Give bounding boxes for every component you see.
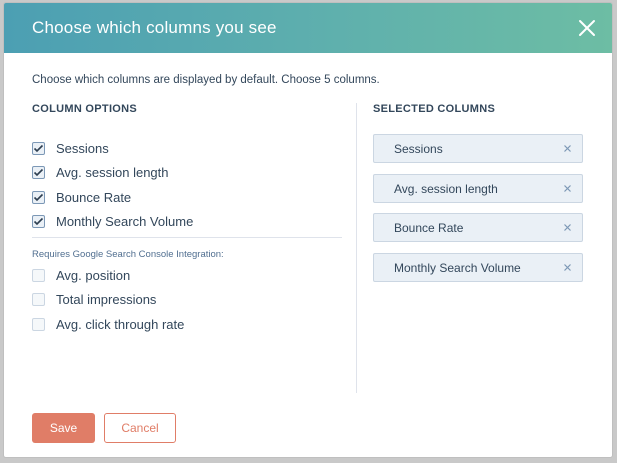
checkbox-checked-icon[interactable] bbox=[32, 215, 45, 229]
selected-column-chip[interactable]: Monthly Search Volume bbox=[373, 252, 583, 282]
remove-icon[interactable] bbox=[563, 223, 572, 232]
close-icon[interactable] bbox=[576, 17, 598, 39]
selected-column-label: Bounce Rate bbox=[394, 221, 464, 235]
gsc-requires-note: Requires Google Search Console Integrati… bbox=[32, 249, 224, 260]
selected-column-label: Sessions bbox=[394, 142, 443, 156]
column-option-label: Sessions bbox=[56, 140, 109, 156]
selected-columns-heading: SELECTED COLUMNS bbox=[373, 103, 496, 115]
selected-column-label: Monthly Search Volume bbox=[394, 260, 521, 275]
column-options-list: Sessions Avg. session length Bounce Rate… bbox=[32, 136, 344, 234]
options-divider bbox=[32, 237, 342, 238]
checkbox-checked-icon[interactable] bbox=[32, 166, 45, 180]
column-options-heading: COLUMN OPTIONS bbox=[32, 103, 138, 115]
modal-title: Choose which columns you see bbox=[32, 18, 277, 37]
selected-column-chip[interactable]: Bounce Rate bbox=[373, 213, 583, 242]
checkbox-checked-icon[interactable] bbox=[32, 190, 45, 204]
column-option-label: Avg. session length bbox=[56, 165, 169, 181]
selected-column-chip[interactable]: Avg. session length bbox=[373, 173, 583, 203]
checkbox-unchecked-icon[interactable] bbox=[32, 268, 45, 282]
modal-header: Choose which columns you see bbox=[4, 3, 612, 53]
checkbox-unchecked-icon[interactable] bbox=[32, 317, 45, 331]
column-option-label: Total impressions bbox=[56, 292, 157, 308]
column-divider bbox=[356, 103, 357, 393]
column-option[interactable]: Monthly Search Volume bbox=[32, 210, 344, 235]
cancel-button[interactable]: Cancel bbox=[104, 413, 176, 443]
instruction-text: Choose which columns are displayed by de… bbox=[32, 74, 380, 86]
column-option[interactable]: Avg. click through rate bbox=[32, 312, 344, 337]
remove-icon[interactable] bbox=[563, 184, 572, 193]
checkbox-unchecked-icon[interactable] bbox=[32, 293, 45, 307]
checkbox-checked-icon[interactable] bbox=[32, 141, 45, 155]
remove-icon[interactable] bbox=[563, 144, 572, 153]
column-option[interactable]: Avg. position bbox=[32, 263, 344, 288]
remove-icon[interactable] bbox=[563, 263, 572, 272]
column-option-label: Avg. position bbox=[56, 267, 131, 283]
selected-column-chip[interactable]: Sessions bbox=[373, 134, 583, 163]
save-button[interactable]: Save bbox=[32, 413, 95, 443]
column-option-label: Avg. click through rate bbox=[56, 316, 185, 332]
column-option[interactable]: Avg. session length bbox=[32, 161, 344, 186]
gsc-column-options-list: Avg. position Total impressions Avg. cli… bbox=[32, 263, 344, 337]
selected-columns-list: Sessions Avg. session length Bounce Rate… bbox=[373, 134, 583, 292]
column-option[interactable]: Sessions bbox=[32, 136, 344, 161]
column-chooser-modal: Choose which columns you see Choose whic… bbox=[4, 3, 612, 457]
selected-column-label: Avg. session length bbox=[394, 181, 498, 196]
column-option-label: Monthly Search Volume bbox=[56, 214, 194, 230]
column-option[interactable]: Total impressions bbox=[32, 288, 344, 313]
column-option-label: Bounce Rate bbox=[56, 189, 132, 205]
column-option[interactable]: Bounce Rate bbox=[32, 185, 344, 210]
